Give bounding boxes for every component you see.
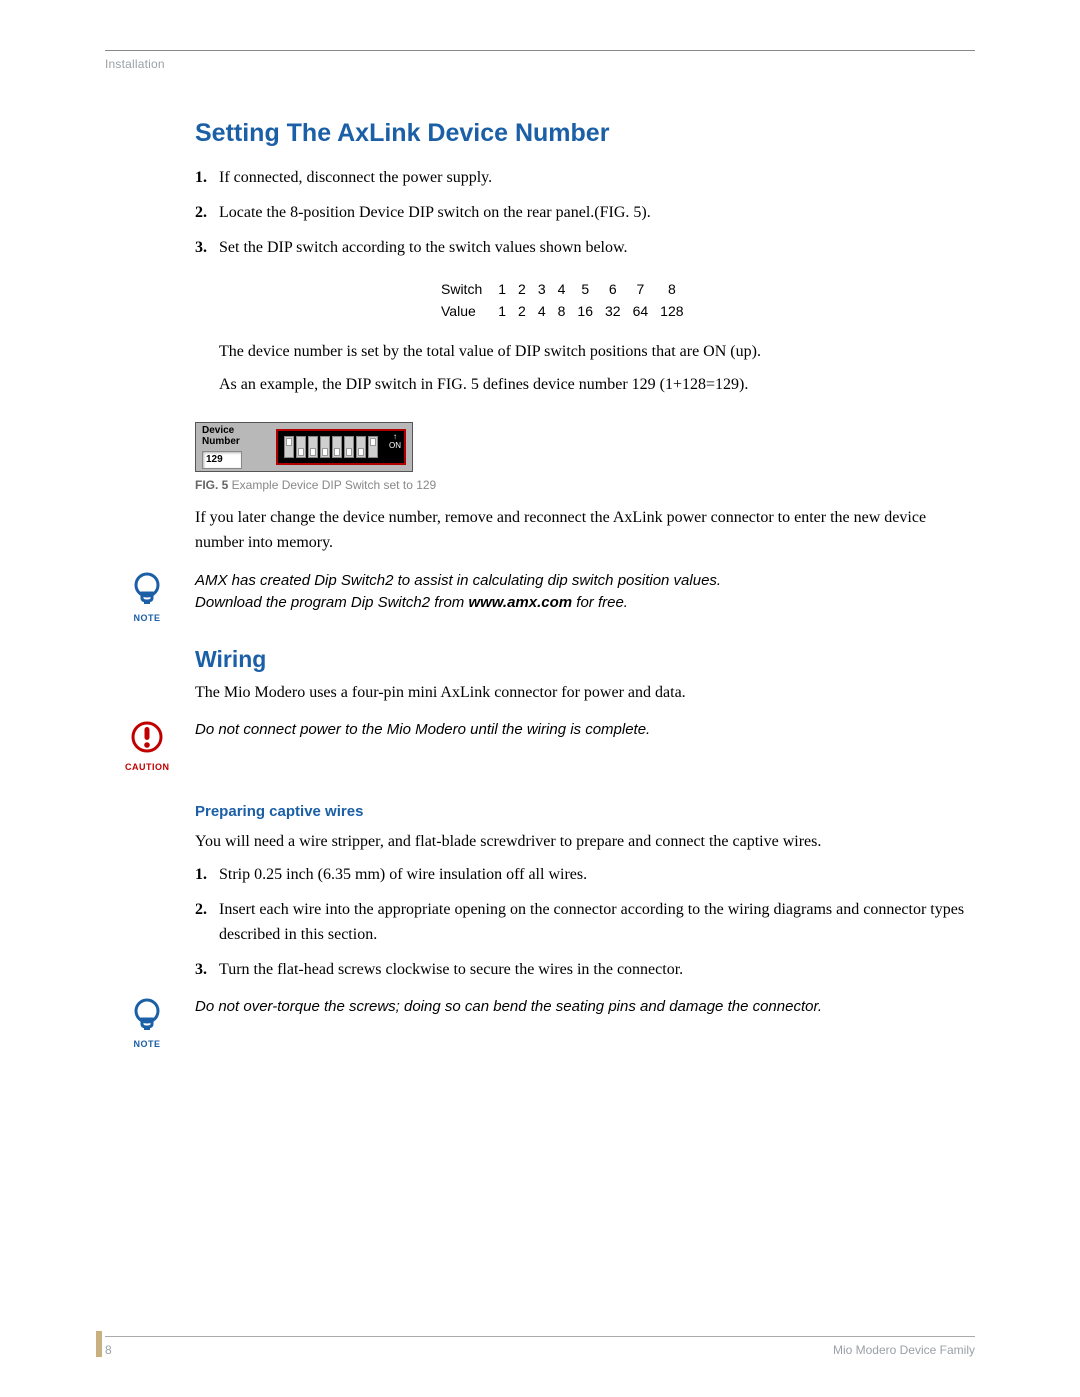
lightbulb-icon bbox=[129, 570, 165, 606]
note-callout: NOTE AMX has created Dip Switch2 to assi… bbox=[105, 570, 965, 624]
switch-cell: 6 bbox=[599, 278, 627, 300]
content-area: Setting The AxLink Device Number If conn… bbox=[195, 119, 965, 1050]
dip-switch-8 bbox=[368, 436, 378, 458]
heading-setting-axlink: Setting The AxLink Device Number bbox=[195, 119, 965, 148]
page-body: Installation Setting The AxLink Device N… bbox=[105, 50, 975, 1068]
note-text: Do not over-torque the screws; doing so … bbox=[195, 996, 822, 1019]
caution-label: CAUTION bbox=[125, 762, 169, 772]
page-number: 8 bbox=[105, 1343, 112, 1357]
value-row-label: Value bbox=[435, 300, 492, 322]
switch-cell: 4 bbox=[552, 278, 572, 300]
switch-cell: 5 bbox=[571, 278, 599, 300]
figure-5: Device Number 129 ↑ bbox=[195, 422, 965, 492]
page-footer: 8 Mio Modero Device Family bbox=[105, 1336, 975, 1357]
dip-switch-graphic: Device Number 129 ↑ bbox=[195, 422, 413, 472]
device-number-label: Device Number bbox=[202, 425, 270, 447]
lightbulb-icon bbox=[129, 996, 165, 1032]
value-cell: 1 bbox=[492, 300, 512, 322]
figure-5-caption: FIG. 5 Example Device DIP Switch set to … bbox=[195, 478, 965, 492]
dip-switch-2 bbox=[296, 436, 306, 458]
figure-text: Example Device DIP Switch set to 129 bbox=[228, 478, 436, 492]
note-line-1: AMX has created Dip Switch2 to assist in… bbox=[195, 572, 721, 589]
step-item: Turn the flat-head screws clockwise to s… bbox=[195, 958, 965, 983]
dip-switch-5 bbox=[332, 436, 342, 458]
value-cell: 4 bbox=[532, 300, 552, 322]
up-arrow-icon: ↑ bbox=[393, 432, 397, 441]
note-line-2a: Download the program Dip Switch2 from bbox=[195, 594, 468, 611]
device-number-value: 129 bbox=[202, 451, 242, 469]
switch-value-table: Switch 1 2 3 4 5 6 7 8 Value 1 2 4 8 16 … bbox=[435, 278, 690, 322]
value-cell: 8 bbox=[552, 300, 572, 322]
footer-accent-bar bbox=[96, 1331, 102, 1357]
value-cell: 16 bbox=[571, 300, 599, 322]
step-item: If connected, disconnect the power suppl… bbox=[195, 166, 965, 191]
dip-switch-row bbox=[284, 436, 378, 458]
heading-wiring: Wiring bbox=[195, 646, 965, 673]
switch-cell: 8 bbox=[654, 278, 689, 300]
dip-switch-1 bbox=[284, 436, 294, 458]
value-cell: 64 bbox=[627, 300, 655, 322]
body-text: The Mio Modero uses a four-pin mini AxLi… bbox=[195, 681, 965, 706]
footer-title: Mio Modero Device Family bbox=[833, 1343, 975, 1357]
dip-switch-3 bbox=[308, 436, 318, 458]
value-cell: 128 bbox=[654, 300, 689, 322]
on-text: ON bbox=[389, 441, 401, 450]
switch-cell: 2 bbox=[512, 278, 532, 300]
caution-callout: CAUTION Do not connect power to the Mio … bbox=[105, 719, 965, 773]
switch-cell: 7 bbox=[627, 278, 655, 300]
heading-preparing-wires: Preparing captive wires bbox=[195, 803, 965, 820]
header-section-label: Installation bbox=[105, 57, 975, 71]
note-label: NOTE bbox=[125, 613, 169, 623]
axlink-steps: If connected, disconnect the power suppl… bbox=[195, 166, 965, 260]
note-callout: NOTE Do not over-torque the screws; doin… bbox=[105, 996, 965, 1050]
body-text: You will need a wire stripper, and flat-… bbox=[195, 830, 965, 855]
note-label: NOTE bbox=[125, 1039, 169, 1049]
step-item: Strip 0.25 inch (6.35 mm) of wire insula… bbox=[195, 863, 965, 888]
value-cell: 32 bbox=[599, 300, 627, 322]
header-rule bbox=[105, 50, 975, 51]
dip-switch-7 bbox=[356, 436, 366, 458]
switch-cell: 3 bbox=[532, 278, 552, 300]
wiring-steps: Strip 0.25 inch (6.35 mm) of wire insula… bbox=[195, 863, 965, 982]
caution-icon bbox=[129, 719, 165, 755]
body-text: As an example, the DIP switch in FIG. 5 … bbox=[219, 373, 965, 398]
figure-number: FIG. 5 bbox=[195, 478, 228, 492]
step-item: Locate the 8-position Device DIP switch … bbox=[195, 201, 965, 226]
switch-row-label: Switch bbox=[435, 278, 492, 300]
value-cell: 2 bbox=[512, 300, 532, 322]
dip-on-indicator: ↑ ON bbox=[389, 433, 401, 451]
dip-switch-4 bbox=[320, 436, 330, 458]
switch-cell: 1 bbox=[492, 278, 512, 300]
caution-text: Do not connect power to the Mio Modero u… bbox=[195, 719, 650, 742]
note-link-text: www.amx.com bbox=[468, 594, 572, 611]
note-line-2b: for free. bbox=[572, 594, 628, 611]
note-text: AMX has created Dip Switch2 to assist in… bbox=[195, 570, 721, 615]
step-item: Insert each wire into the appropriate op… bbox=[195, 898, 965, 948]
body-text: The device number is set by the total va… bbox=[219, 340, 965, 365]
dip-switch-6 bbox=[344, 436, 354, 458]
body-text: If you later change the device number, r… bbox=[195, 506, 965, 556]
step-item: Set the DIP switch according to the swit… bbox=[195, 236, 965, 261]
